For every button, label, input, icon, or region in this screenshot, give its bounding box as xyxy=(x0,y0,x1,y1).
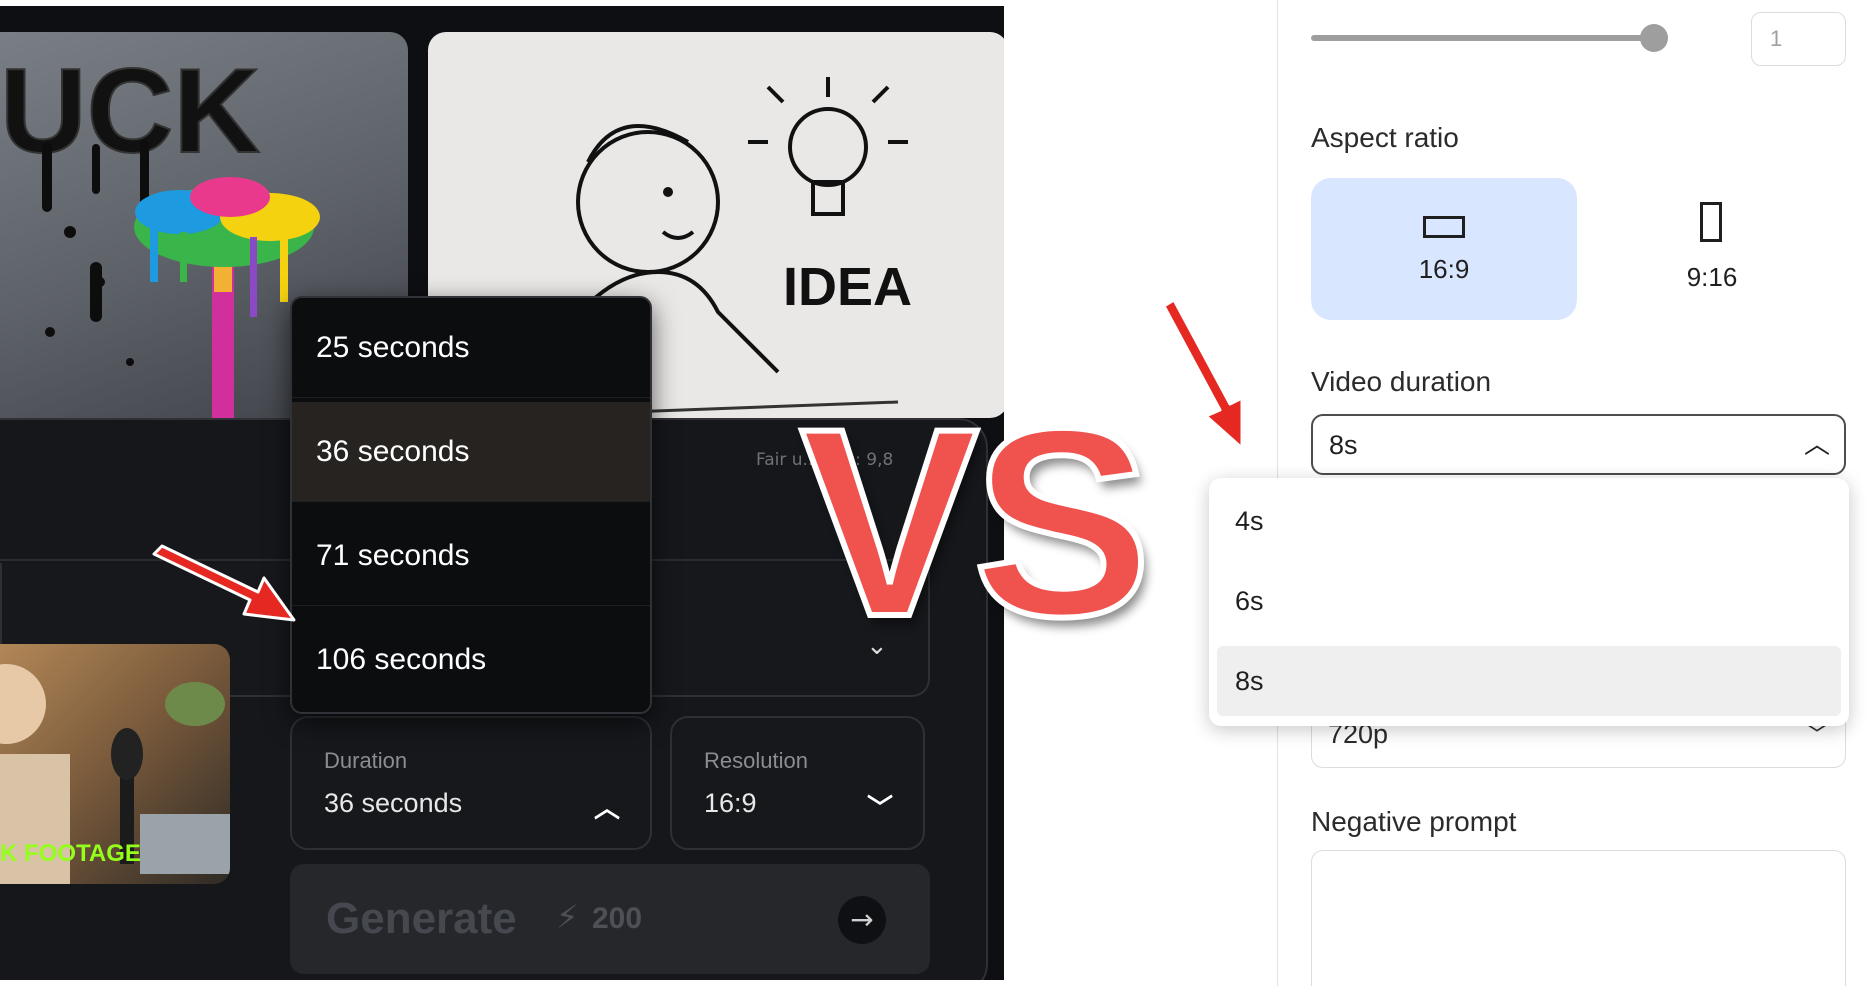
idea-label: IDEA xyxy=(783,257,913,317)
duration-dropdown-menu: 25 seconds 36 seconds 71 seconds 106 sec… xyxy=(290,296,652,714)
aspect-ratio-9-16-option[interactable]: 9:16 xyxy=(1579,178,1845,320)
vs-text: VS xyxy=(797,372,1154,672)
negative-prompt-textarea[interactable] xyxy=(1311,850,1846,986)
duration-label: Duration xyxy=(324,748,408,773)
resolution-value: 16:9 xyxy=(704,788,757,818)
landscape-icon xyxy=(1423,216,1465,238)
duration-select[interactable]: Duration 36 seconds ︿ xyxy=(290,716,652,850)
aspect-ratio-9-16-label: 9:16 xyxy=(1686,262,1738,292)
negative-prompt-label: Negative prompt xyxy=(1311,806,1517,837)
portrait-icon xyxy=(1700,202,1722,242)
video-duration-option-selected[interactable]: 8s xyxy=(1217,646,1841,716)
count-input[interactable]: 1 xyxy=(1751,12,1846,66)
arrow-right-icon: → xyxy=(838,896,886,944)
duration-value: 36 seconds xyxy=(324,788,463,818)
aspect-ratio-16-9-label: 16:9 xyxy=(1418,254,1470,284)
duration-option[interactable]: 25 seconds xyxy=(292,298,650,398)
aspect-ratio-label: Aspect ratio xyxy=(1311,122,1459,153)
video-duration-option[interactable]: 6s xyxy=(1209,566,1849,636)
bottom-margin xyxy=(0,980,1004,986)
lightning-icon: ⚡ xyxy=(556,898,579,936)
stock-footage-caption: K FOOTAGE xyxy=(0,840,141,867)
svg-text:UCK: UCK xyxy=(0,44,260,178)
resolution-label: Resolution xyxy=(704,748,808,773)
count-slider-track[interactable] xyxy=(1311,35,1651,41)
video-duration-dropdown-menu: 4s 6s 8s xyxy=(1209,478,1849,726)
video-duration-value: 8s xyxy=(1329,430,1358,460)
video-duration-option[interactable]: 4s xyxy=(1209,486,1849,556)
aspect-ratio-16-9-option[interactable]: 16:9 xyxy=(1311,178,1577,320)
chevron-up-icon: ︿ xyxy=(593,794,620,824)
red-arrow-annotation xyxy=(1162,298,1244,450)
duration-option[interactable]: 71 seconds xyxy=(292,506,650,606)
chevron-up-icon: ︿ xyxy=(1803,430,1830,460)
generate-label: Generate xyxy=(326,894,517,943)
duration-option[interactable]: 106 seconds xyxy=(292,610,650,710)
red-arrow-annotation xyxy=(152,544,296,622)
generate-button[interactable]: Generate ⚡ 200 → xyxy=(290,864,930,974)
video-duration-label: Video duration xyxy=(1311,366,1492,397)
duration-option-selected[interactable]: 36 seconds xyxy=(292,402,650,502)
resolution-select[interactable]: Resolution 16:9 ﹀ xyxy=(670,716,925,850)
chevron-down-icon: ﹀ xyxy=(866,794,893,824)
video-duration-select[interactable]: 8s ︿ xyxy=(1311,414,1846,475)
count-slider-thumb[interactable] xyxy=(1640,24,1668,52)
generate-cost: 200 xyxy=(592,902,643,935)
